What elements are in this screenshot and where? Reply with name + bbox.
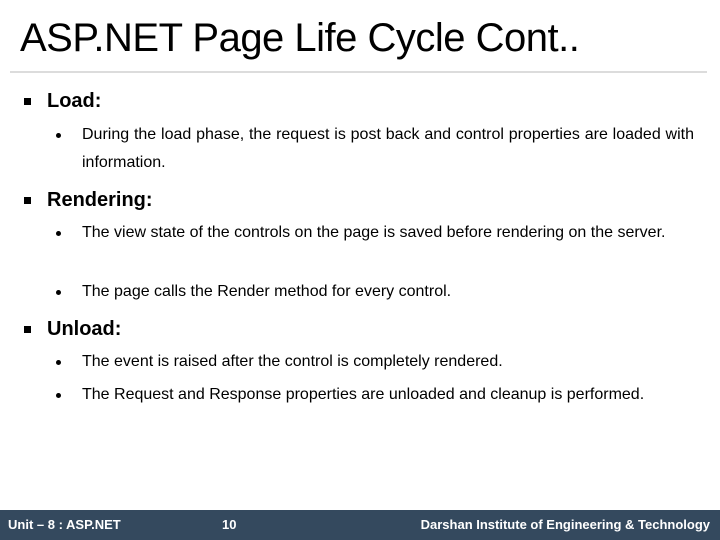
section-heading-unload: Unload: [24,316,121,342]
title-divider [10,71,707,73]
list-item: The view state of the controls on the pa… [56,219,696,247]
slide-title: ASP.NET Page Life Cycle Cont.. [20,16,580,60]
list-item: During the load phase, the request is po… [56,121,696,177]
bullet-dot-icon [56,133,61,138]
section-heading-text: Rendering: [47,189,153,211]
square-bullet-icon [24,196,31,204]
square-bullet-icon [24,97,31,105]
list-item: The Request and Response properties are … [56,381,696,409]
bullet-dot-icon [56,393,61,398]
list-item-text: During the load phase, the request is po… [82,126,694,171]
section-heading-load: Load: [24,88,101,114]
slide-footer: Unit – 8 : ASP.NET 10 Darshan Institute … [0,510,720,540]
list-item: The page calls the Render method for eve… [56,278,696,306]
list-item-text: The event is raised after the control is… [82,353,503,370]
footer-institute-name: Darshan Institute of Engineering & Techn… [420,517,710,532]
section-heading-text: Unload: [47,318,122,340]
bullet-dot-icon [56,290,61,295]
bullet-dot-icon [56,360,61,365]
section-heading-rendering: Rendering: [24,187,153,213]
section-heading-text: Load: [47,90,102,112]
footer-page-number: 10 [222,517,237,532]
bullet-dot-icon [56,231,61,236]
list-item-text: The Request and Response properties are … [82,386,645,403]
list-item-text: The view state of the controls on the pa… [82,224,666,241]
list-item-text: The page calls the Render method for eve… [82,283,452,300]
footer-unit-label: Unit – 8 : ASP.NET [8,517,121,532]
list-item: The event is raised after the control is… [56,348,696,376]
square-bullet-icon [24,325,31,333]
